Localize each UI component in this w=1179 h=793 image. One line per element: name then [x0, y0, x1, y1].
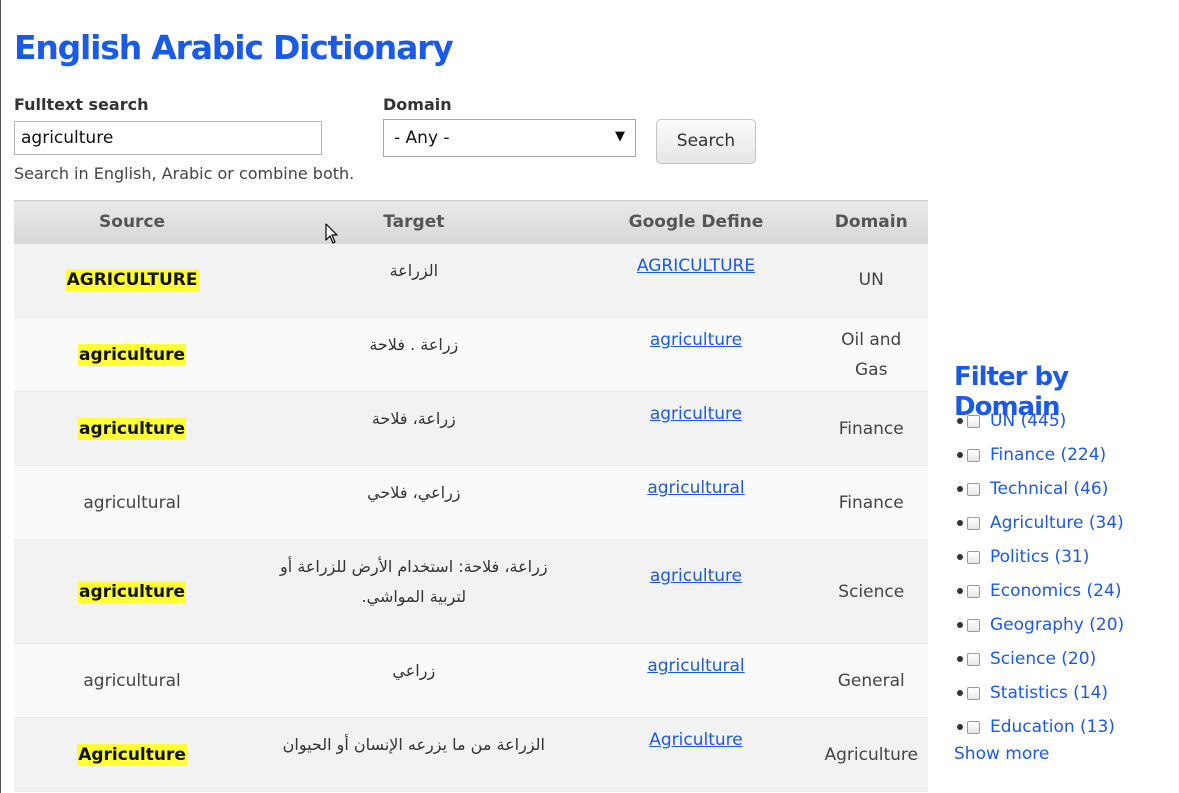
source-term: agricultural [83, 492, 181, 513]
facet-item: Technical (46) [954, 472, 1124, 506]
facet-item: Statistics (14) [954, 676, 1124, 710]
source-term: agriculture [78, 343, 187, 366]
target-term: زراعي، فلاحي [367, 483, 461, 502]
facet-checkbox[interactable] [967, 550, 980, 564]
column-header-domain[interactable]: Domain [814, 200, 928, 244]
google-define-link[interactable]: agriculture [650, 330, 742, 350]
column-header-source[interactable]: Source [14, 200, 251, 244]
table-row: agriculture زراعة . فلاحة agriculture Oi… [14, 317, 928, 392]
google-define-link[interactable]: Agriculture [649, 730, 743, 750]
domain-facet-list: UN (445) Finance (224) Technical (46) Ag… [954, 404, 1124, 744]
search-button[interactable]: Search [656, 119, 756, 164]
table-row: agricultural زراعي agricultural General [14, 643, 928, 718]
facet-checkbox[interactable] [967, 686, 980, 700]
facet-link[interactable]: Finance (224) [990, 445, 1106, 465]
domain-cell: Finance [814, 465, 928, 540]
facet-link[interactable]: Education (13) [990, 717, 1115, 737]
facet-link[interactable]: Politics (31) [990, 547, 1089, 567]
page-title: English Arabic Dictionary [14, 28, 454, 67]
mouse-cursor-icon [325, 223, 338, 244]
google-define-link[interactable]: agricultural [647, 478, 744, 498]
bullet-icon [957, 418, 963, 424]
target-term: زراعة . فلاحة [369, 335, 459, 354]
facet-item: Education (13) [954, 710, 1124, 744]
bullet-icon [957, 588, 963, 594]
domain-select[interactable]: - Any - ▼ [383, 119, 636, 157]
table-row: agriculture زراعة، فلاحة: استخدام الأرض … [14, 539, 928, 644]
target-term: زراعة، فلاحة: استخدام الأرض للزراعة أو ل… [280, 557, 548, 606]
google-define-link[interactable]: AGRICULTURE [637, 256, 755, 276]
domain-cell: General [814, 643, 928, 718]
results-table: Source Target Google Define Domain AGRIC… [14, 200, 928, 792]
bullet-icon [957, 622, 963, 628]
bullet-icon [957, 554, 963, 560]
facet-checkbox[interactable] [967, 584, 980, 598]
facet-checkbox[interactable] [967, 720, 980, 734]
source-term: Agriculture [77, 743, 187, 766]
bullet-icon [957, 452, 963, 458]
facet-item: Geography (20) [954, 608, 1124, 642]
fulltext-search-input[interactable] [14, 121, 322, 155]
facet-link[interactable]: Science (20) [990, 649, 1096, 669]
target-term: زراعة، فلاحة [371, 409, 456, 428]
facet-link[interactable]: Geography (20) [990, 615, 1124, 635]
bullet-icon [957, 690, 963, 696]
facet-checkbox[interactable] [967, 414, 980, 428]
facet-checkbox[interactable] [967, 516, 980, 530]
source-term: AGRICULTURE [65, 269, 199, 292]
facet-link[interactable]: Technical (46) [990, 479, 1108, 499]
facet-item: Agriculture (34) [954, 506, 1124, 540]
search-hint: Search in English, Arabic or combine bot… [14, 164, 355, 183]
facet-link[interactable]: Statistics (14) [990, 683, 1108, 703]
chevron-down-icon: ▼ [615, 129, 625, 144]
column-header-target[interactable]: Target [250, 200, 578, 244]
google-define-link[interactable]: agricultural [647, 656, 744, 676]
facet-item: Politics (31) [954, 540, 1124, 574]
facet-link[interactable]: Economics (24) [990, 581, 1121, 601]
target-term: الزراعة [389, 260, 439, 280]
fulltext-search-label: Fulltext search [14, 95, 149, 114]
table-row: Agriculture الزراعة من ما يزرعه الإنسان … [14, 717, 928, 792]
domain-cell: UN [814, 243, 928, 318]
source-term: agriculture [78, 417, 187, 440]
column-header-google-define[interactable]: Google Define [577, 200, 815, 244]
target-term: زراعي [392, 661, 436, 680]
facet-item: Finance (224) [954, 438, 1124, 472]
facet-link[interactable]: Agriculture (34) [990, 513, 1124, 533]
google-define-link[interactable]: agriculture [650, 566, 742, 586]
facet-item: Science (20) [954, 642, 1124, 676]
facet-link[interactable]: UN (445) [990, 411, 1066, 431]
facet-checkbox[interactable] [967, 448, 980, 462]
facet-checkbox[interactable] [967, 482, 980, 496]
domain-select-value: - Any - [394, 128, 450, 148]
domain-label: Domain [383, 95, 452, 114]
facet-checkbox[interactable] [967, 652, 980, 666]
domain-cell: Finance [814, 391, 928, 466]
domain-cell: Agriculture [814, 717, 928, 792]
bullet-icon [957, 656, 963, 662]
facet-checkbox[interactable] [967, 618, 980, 632]
table-header-row: Source Target Google Define Domain [14, 200, 928, 244]
google-define-link[interactable]: agriculture [650, 404, 742, 424]
table-row: AGRICULTURE الزراعة AGRICULTURE UN [14, 243, 928, 318]
target-term: الزراعة من ما يزرعه الإنسان أو الحيوان [282, 735, 545, 754]
domain-cell: Oil and Gas [814, 317, 928, 392]
source-term: agricultural [83, 670, 181, 691]
domain-cell: Science [814, 539, 928, 644]
table-row: agriculture زراعة، فلاحة agriculture Fin… [14, 391, 928, 466]
bullet-icon [957, 520, 963, 526]
facet-item: UN (445) [954, 404, 1124, 438]
source-term: agriculture [78, 580, 187, 603]
bullet-icon [957, 486, 963, 492]
facet-item: Economics (24) [954, 574, 1124, 608]
table-row: agricultural زراعي، فلاحي agricultural F… [14, 465, 928, 540]
show-more-link[interactable]: Show more [954, 744, 1049, 764]
bullet-icon [957, 724, 963, 730]
